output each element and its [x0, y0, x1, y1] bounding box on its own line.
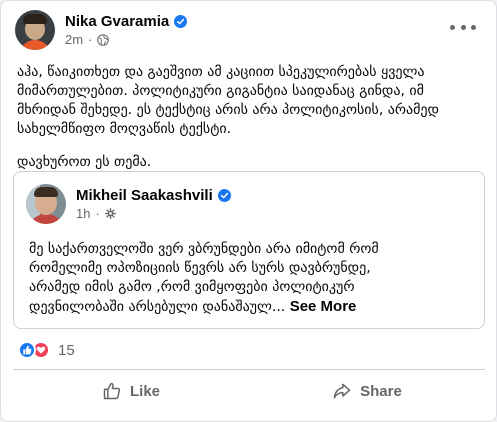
shared-header-text: Mikheil Saakashvili 1h ·: [76, 187, 231, 221]
post-body: აჰა, წაიკითხეთ და გაეშვით ამ კაციით სპეკ…: [17, 63, 485, 186]
post-meta: 2m ·: [65, 32, 187, 47]
like-icon: [18, 341, 36, 359]
globe-icon: [97, 33, 110, 46]
shared-post-meta: 1h ·: [76, 206, 231, 221]
post-card: Nika Gvaramia 2m · აჰა, წაიკითხეთ და გაე…: [0, 0, 497, 422]
shared-post-card[interactable]: Mikheil Saakashvili 1h · მე საქართველოში: [13, 171, 485, 329]
actions-divider: [13, 369, 485, 370]
shared-author-name[interactable]: Mikheil Saakashvili: [76, 187, 213, 204]
post-header: Nika Gvaramia 2m ·: [15, 9, 188, 51]
shared-author-avatar[interactable]: [26, 184, 66, 224]
shared-post-timestamp[interactable]: 1h: [76, 206, 90, 221]
meta-separator: ·: [88, 32, 93, 47]
author-avatar[interactable]: [15, 10, 55, 50]
verified-badge-icon: [174, 15, 188, 28]
share-arrow-icon: [333, 383, 351, 399]
shared-post-body: მე საქართველოში ვერ ვბრუნდები არა იმიტომ…: [29, 240, 477, 317]
shared-author-name-row: Mikheil Saakashvili: [76, 187, 231, 204]
post-timestamp[interactable]: 2m: [65, 32, 83, 47]
reaction-count[interactable]: 15: [58, 342, 75, 359]
post-options-button[interactable]: [450, 19, 476, 35]
post-paragraph: აჰა, წაიკითხეთ და გაეშვით ამ კაციით სპეკ…: [17, 64, 439, 137]
share-button[interactable]: Share: [249, 373, 485, 409]
shared-post-header: Mikheil Saakashvili 1h ·: [26, 184, 231, 224]
more-dot-icon: [471, 24, 476, 30]
gear-icon: [104, 208, 116, 219]
reactions-summary[interactable]: 15: [18, 341, 75, 359]
post-actions: Like Share: [13, 373, 485, 409]
thumbs-up-icon: [103, 382, 121, 400]
like-button[interactable]: Like: [13, 373, 249, 409]
share-label: Share: [360, 382, 402, 400]
see-more-link[interactable]: See More: [290, 298, 357, 315]
more-dot-icon: [450, 24, 455, 30]
like-label: Like: [129, 382, 160, 400]
author-name-row: Nika Gvaramia: [65, 13, 188, 30]
verified-badge-icon: [217, 189, 231, 202]
author-name[interactable]: Nika Gvaramia: [65, 13, 169, 30]
more-dot-icon: [460, 24, 466, 30]
meta-separator: ·: [95, 206, 100, 221]
post-paragraph: დავხუროთ ეს თემა.: [17, 154, 152, 170]
post-header-text: Nika Gvaramia 2m ·: [65, 13, 188, 47]
